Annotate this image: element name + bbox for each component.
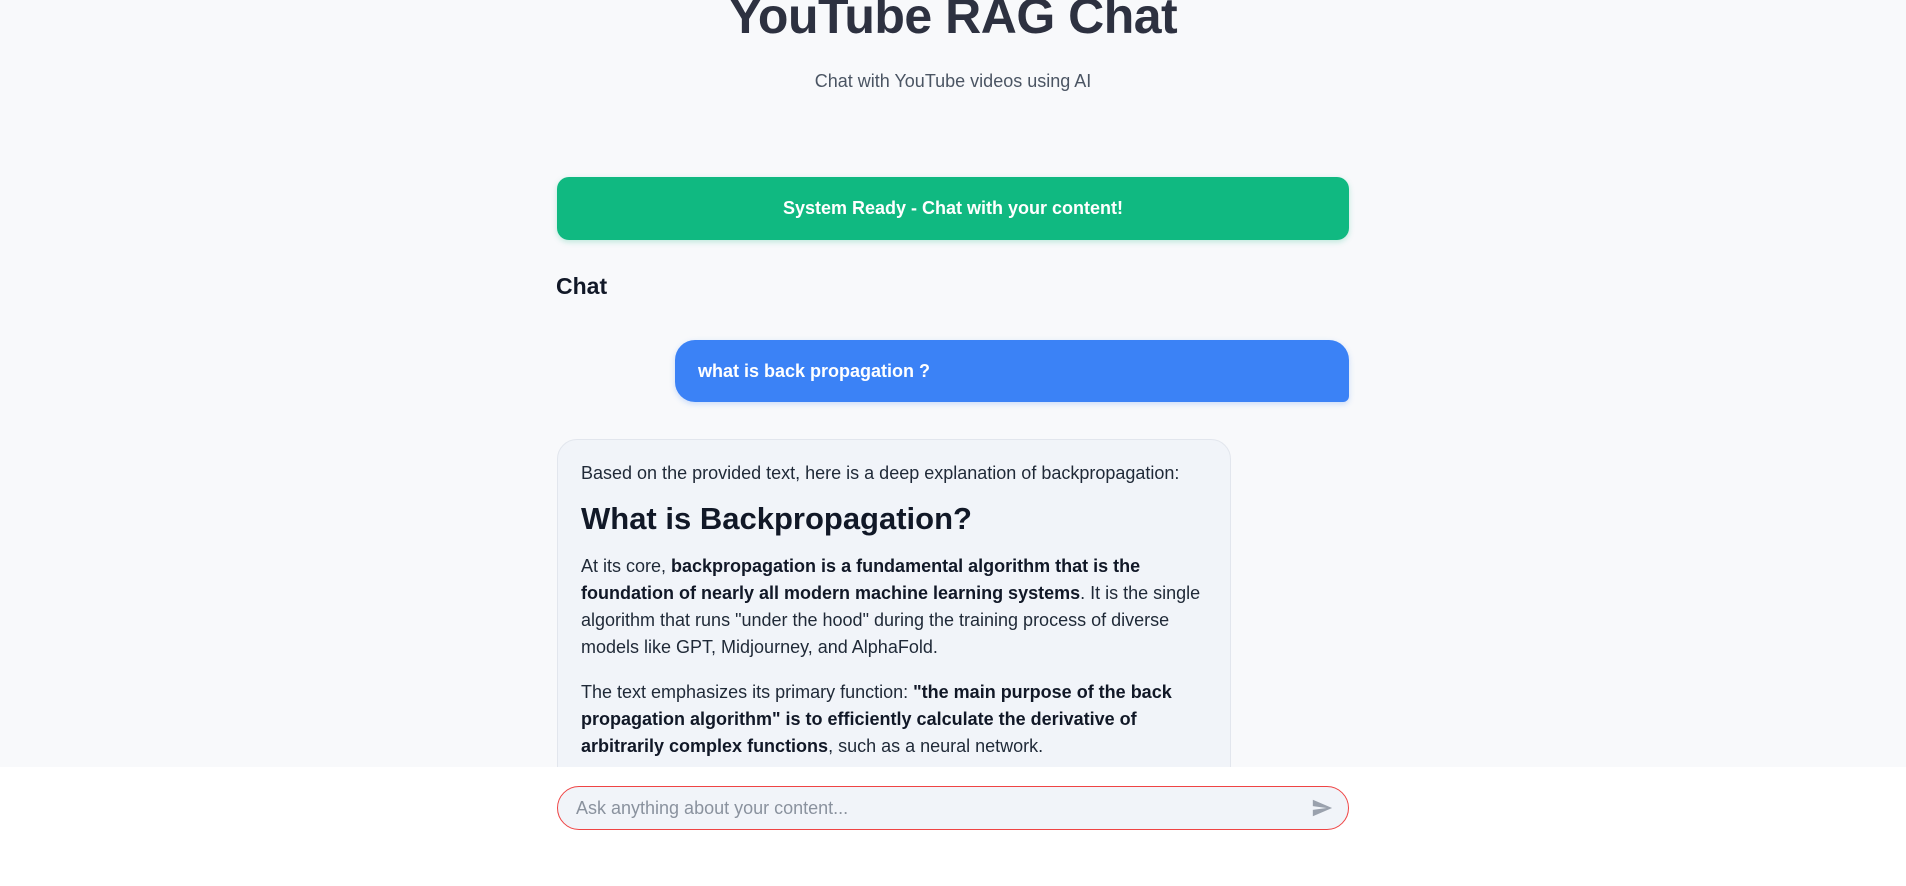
- assistant-heading: What is Backpropagation?: [581, 501, 972, 536]
- app-subtitle: Chat with YouTube videos using AI: [814, 71, 1092, 91]
- send-button[interactable]: [1308, 794, 1336, 822]
- paragraph-text: At its core,: [581, 556, 672, 576]
- paragraph-text: The text emphasizes its primary function…: [581, 682, 914, 702]
- app-title: YouTube RAG Chat: [728, 0, 1178, 44]
- assistant-paragraph: The text emphasizes its primary function…: [581, 679, 1207, 760]
- chat-input-container: [557, 786, 1349, 830]
- send-icon: [1312, 799, 1333, 817]
- assistant-paragraph: At its core, backpropagation is a fundam…: [581, 553, 1207, 661]
- paragraph-text: , such as a neural network.: [828, 736, 1044, 756]
- assistant-message-bubble: Based on the provided text, here is a de…: [557, 439, 1231, 799]
- assistant-intro: Based on the provided text, here is a de…: [581, 463, 1180, 483]
- chat-heading: Chat: [556, 273, 608, 299]
- status-banner: System Ready - Chat with your content!: [557, 177, 1349, 240]
- user-message-bubble: what is back propagation ?: [675, 340, 1349, 402]
- chat-input[interactable]: [576, 797, 1308, 819]
- status-text: System Ready - Chat with your content!: [782, 198, 1124, 218]
- user-message-text: what is back propagation ?: [698, 360, 931, 381]
